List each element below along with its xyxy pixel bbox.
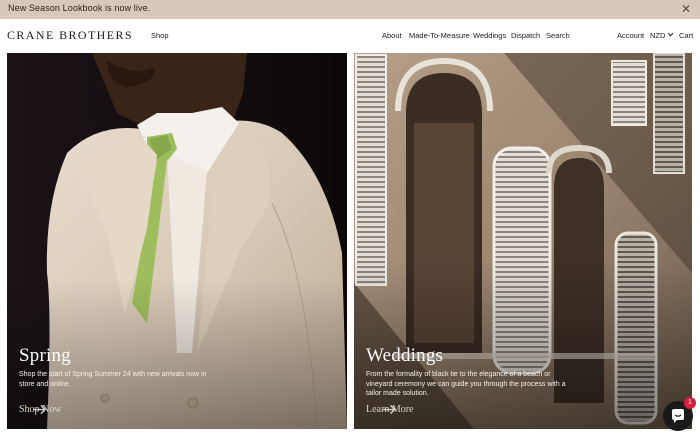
nav-dispatch[interactable]: Dispatch bbox=[511, 31, 540, 40]
currency-selector[interactable]: NZD bbox=[650, 31, 674, 40]
chat-badge: 1 bbox=[684, 397, 696, 409]
nav-cart[interactable]: Cart bbox=[679, 31, 693, 40]
arrow-right-icon bbox=[33, 404, 47, 415]
nav-account[interactable]: Account bbox=[617, 31, 644, 40]
shop-now-link[interactable]: Shop Now bbox=[19, 404, 62, 415]
learn-more-link[interactable]: Learn More bbox=[366, 404, 413, 415]
nav-shop[interactable]: Shop bbox=[151, 31, 169, 40]
nav-weddings[interactable]: Weddings bbox=[473, 31, 506, 40]
weddings-title: Weddings bbox=[366, 345, 444, 366]
spring-panel[interactable]: Spring Shop the start of Spring Summer 2… bbox=[7, 53, 347, 429]
close-icon[interactable]: ✕ bbox=[680, 1, 692, 17]
weddings-panel[interactable]: Weddings From the formality of black tie… bbox=[354, 53, 692, 429]
arrow-right-icon bbox=[382, 404, 396, 415]
weddings-description: From the formality of black tie to the e… bbox=[366, 371, 566, 397]
announcement-bar: New Season Lookbook is now live. ✕ bbox=[0, 0, 700, 19]
nav-search[interactable]: Search bbox=[546, 31, 570, 40]
nav-made-to-measure[interactable]: Made-To-Measure bbox=[409, 31, 470, 40]
spring-description: Shop the start of Spring Summer 24 with … bbox=[19, 371, 207, 388]
currency-label: NZD bbox=[650, 31, 666, 40]
site-header: CRANE BROTHERS Shop About Made-To-Measur… bbox=[0, 19, 700, 52]
chevron-down-icon bbox=[668, 32, 674, 37]
logo[interactable]: CRANE BROTHERS bbox=[7, 28, 133, 43]
nav-about[interactable]: About bbox=[382, 31, 402, 40]
announcement-text[interactable]: New Season Lookbook is now live. bbox=[8, 3, 150, 13]
spring-title: Spring bbox=[19, 345, 71, 366]
